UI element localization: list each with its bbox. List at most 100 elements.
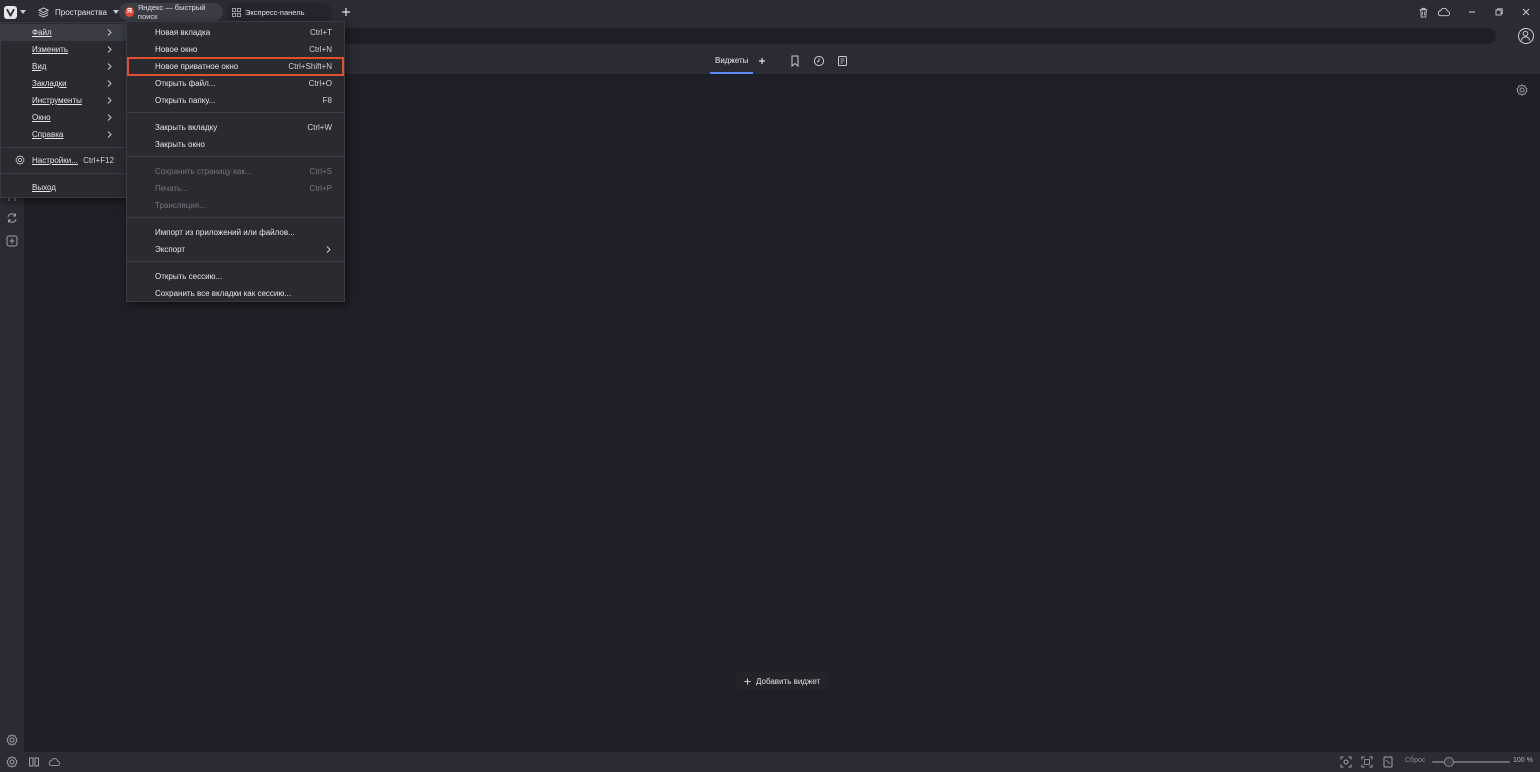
menu-item-label: Открыть файл... [155, 79, 216, 88]
menu-item-label: Открыть папку... [155, 96, 216, 105]
history-icon[interactable] [813, 55, 825, 67]
settings-gear-icon[interactable] [6, 734, 18, 746]
workspaces-label: Пространства [55, 7, 107, 17]
add-widget-button[interactable]: Добавить виджет [736, 672, 829, 690]
menu-item-help[interactable]: Справка [1, 126, 126, 143]
menu-item-label: Новое приватное окно [155, 62, 239, 71]
tab-yandex[interactable]: Я Яндекс — быстрый поиск [119, 3, 223, 21]
menu-item-open-file[interactable]: Открыть файл... Ctrl+O [127, 75, 344, 92]
menu-item-label: Инструменты [32, 96, 82, 105]
menu-item-print[interactable]: Печать... Ctrl+P [127, 180, 344, 197]
menu-item-label: Выход [32, 183, 56, 192]
menu-item-view[interactable]: Вид [1, 58, 126, 75]
zoom-reset-button[interactable]: Сброс [1405, 757, 1425, 764]
menu-item-new-private-window[interactable]: Новое приватное окно Ctrl+Shift+N [127, 57, 344, 76]
menu-item-tools[interactable]: Инструменты [1, 92, 126, 109]
gear-icon [15, 155, 25, 165]
menu-divider [1, 173, 126, 174]
address-field[interactable] [300, 28, 1496, 44]
main-menu: Файл Изменить Вид Закладки Инструменты О… [0, 22, 127, 198]
menu-item-shortcut: Ctrl+W [307, 123, 332, 132]
page-tiling-icon[interactable] [1361, 756, 1373, 768]
speed-dial-settings-icon[interactable] [1516, 84, 1528, 96]
menu-item-label: Закрыть вкладку [155, 123, 218, 132]
chevron-down-icon [112, 10, 119, 14]
menu-item-exit[interactable]: Выход [1, 179, 126, 196]
menu-item-window[interactable]: Окно [1, 109, 126, 126]
new-tab-button[interactable] [339, 5, 353, 19]
plus-icon[interactable] [756, 55, 768, 67]
plus-icon [744, 677, 751, 685]
menu-item-label: Трансляция... [155, 201, 206, 210]
panel-toggle-icon[interactable] [6, 756, 18, 768]
page-actions-icon[interactable] [1382, 756, 1394, 768]
restore-icon [1495, 8, 1503, 16]
menu-item-open-session[interactable]: Открыть сессию... [127, 268, 344, 285]
chevron-right-icon [107, 114, 112, 121]
menu-item-label: Сохранить все вкладки как сессию... [155, 289, 292, 298]
menu-item-save-session[interactable]: Сохранить все вкладки как сессию... [127, 285, 344, 302]
menu-item-label: Окно [32, 113, 51, 122]
menu-item-save-page[interactable]: Сохранить страницу как... Ctrl+S [127, 163, 344, 180]
menu-item-bookmarks[interactable]: Закладки [1, 75, 126, 92]
menu-item-label: Новая вкладка [155, 28, 211, 37]
trash-button[interactable] [1416, 5, 1430, 19]
file-submenu: Новая вкладка Ctrl+T Новое окно Ctrl+N Н… [126, 21, 345, 302]
chevron-right-icon [107, 29, 112, 36]
menu-item-label: Новое окно [155, 45, 198, 54]
cloud-icon[interactable] [48, 756, 60, 768]
vivaldi-logo-icon [4, 5, 17, 19]
bookmark-icon[interactable] [789, 55, 801, 67]
status-bar [0, 752, 1540, 772]
menu-item-close-window[interactable]: Закрыть окно [127, 136, 344, 153]
add-panel-icon[interactable] [6, 235, 18, 247]
menu-item-label: Импорт из приложений или файлов... [155, 228, 295, 237]
menu-item-shortcut: Ctrl+F12 [83, 156, 114, 165]
menu-item-shortcut: Ctrl+N [309, 45, 332, 54]
plus-icon [342, 8, 350, 16]
capture-icon[interactable] [1340, 756, 1352, 768]
menu-item-cast[interactable]: Трансляция... [127, 197, 344, 214]
menu-item-close-tab[interactable]: Закрыть вкладку Ctrl+W [127, 119, 344, 136]
tab-speed-dial[interactable]: Экспресс-панель [226, 3, 332, 21]
chevron-right-icon [107, 131, 112, 138]
menu-item-label: Файл [32, 28, 52, 37]
user-icon [1520, 30, 1531, 41]
minimize-button[interactable] [1465, 5, 1479, 19]
close-window-button[interactable] [1519, 5, 1533, 19]
sync-arrows-icon[interactable] [6, 212, 18, 224]
menu-divider [127, 261, 344, 262]
workspaces-button[interactable]: Пространства [34, 3, 123, 21]
vivaldi-menu-button[interactable] [4, 4, 30, 20]
menu-item-label: Вид [32, 62, 47, 71]
menu-item-new-window[interactable]: Новое окно Ctrl+N [127, 41, 344, 58]
menu-item-shortcut: Ctrl+S [309, 167, 332, 176]
zoom-slider-handle[interactable] [1444, 757, 1454, 767]
menu-item-shortcut: Ctrl+O [308, 79, 332, 88]
chevron-down-icon [20, 10, 26, 14]
menu-item-export[interactable]: Экспорт [127, 241, 344, 258]
menu-item-settings[interactable]: Настройки... Ctrl+F12 [1, 152, 126, 169]
trash-icon [1419, 7, 1427, 18]
menu-item-label: Закрыть окно [155, 140, 205, 149]
menu-item-shortcut: Ctrl+P [309, 184, 332, 193]
zoom-value: 100 % [1513, 757, 1533, 764]
chevron-right-icon [107, 97, 112, 104]
menu-item-import[interactable]: Импорт из приложений или файлов... [127, 224, 344, 241]
menu-item-file[interactable]: Файл [1, 24, 126, 41]
restore-button[interactable] [1492, 5, 1506, 19]
profile-avatar-icon[interactable] [1518, 28, 1534, 44]
menu-item-new-tab[interactable]: Новая вкладка Ctrl+T [127, 24, 344, 41]
menu-divider [127, 156, 344, 157]
sync-button[interactable] [1436, 5, 1450, 19]
menu-divider [127, 112, 344, 113]
menu-divider [1, 147, 126, 148]
tab-widgets[interactable]: Виджеты [710, 48, 754, 74]
menu-item-edit[interactable]: Изменить [1, 41, 126, 58]
menu-item-label: Справка [32, 130, 64, 139]
menu-item-shortcut: F8 [322, 96, 332, 105]
tile-icon[interactable] [28, 756, 40, 768]
chevron-right-icon [326, 246, 331, 253]
notes-icon[interactable] [837, 55, 849, 67]
menu-item-open-folder[interactable]: Открыть папку... F8 [127, 92, 344, 109]
